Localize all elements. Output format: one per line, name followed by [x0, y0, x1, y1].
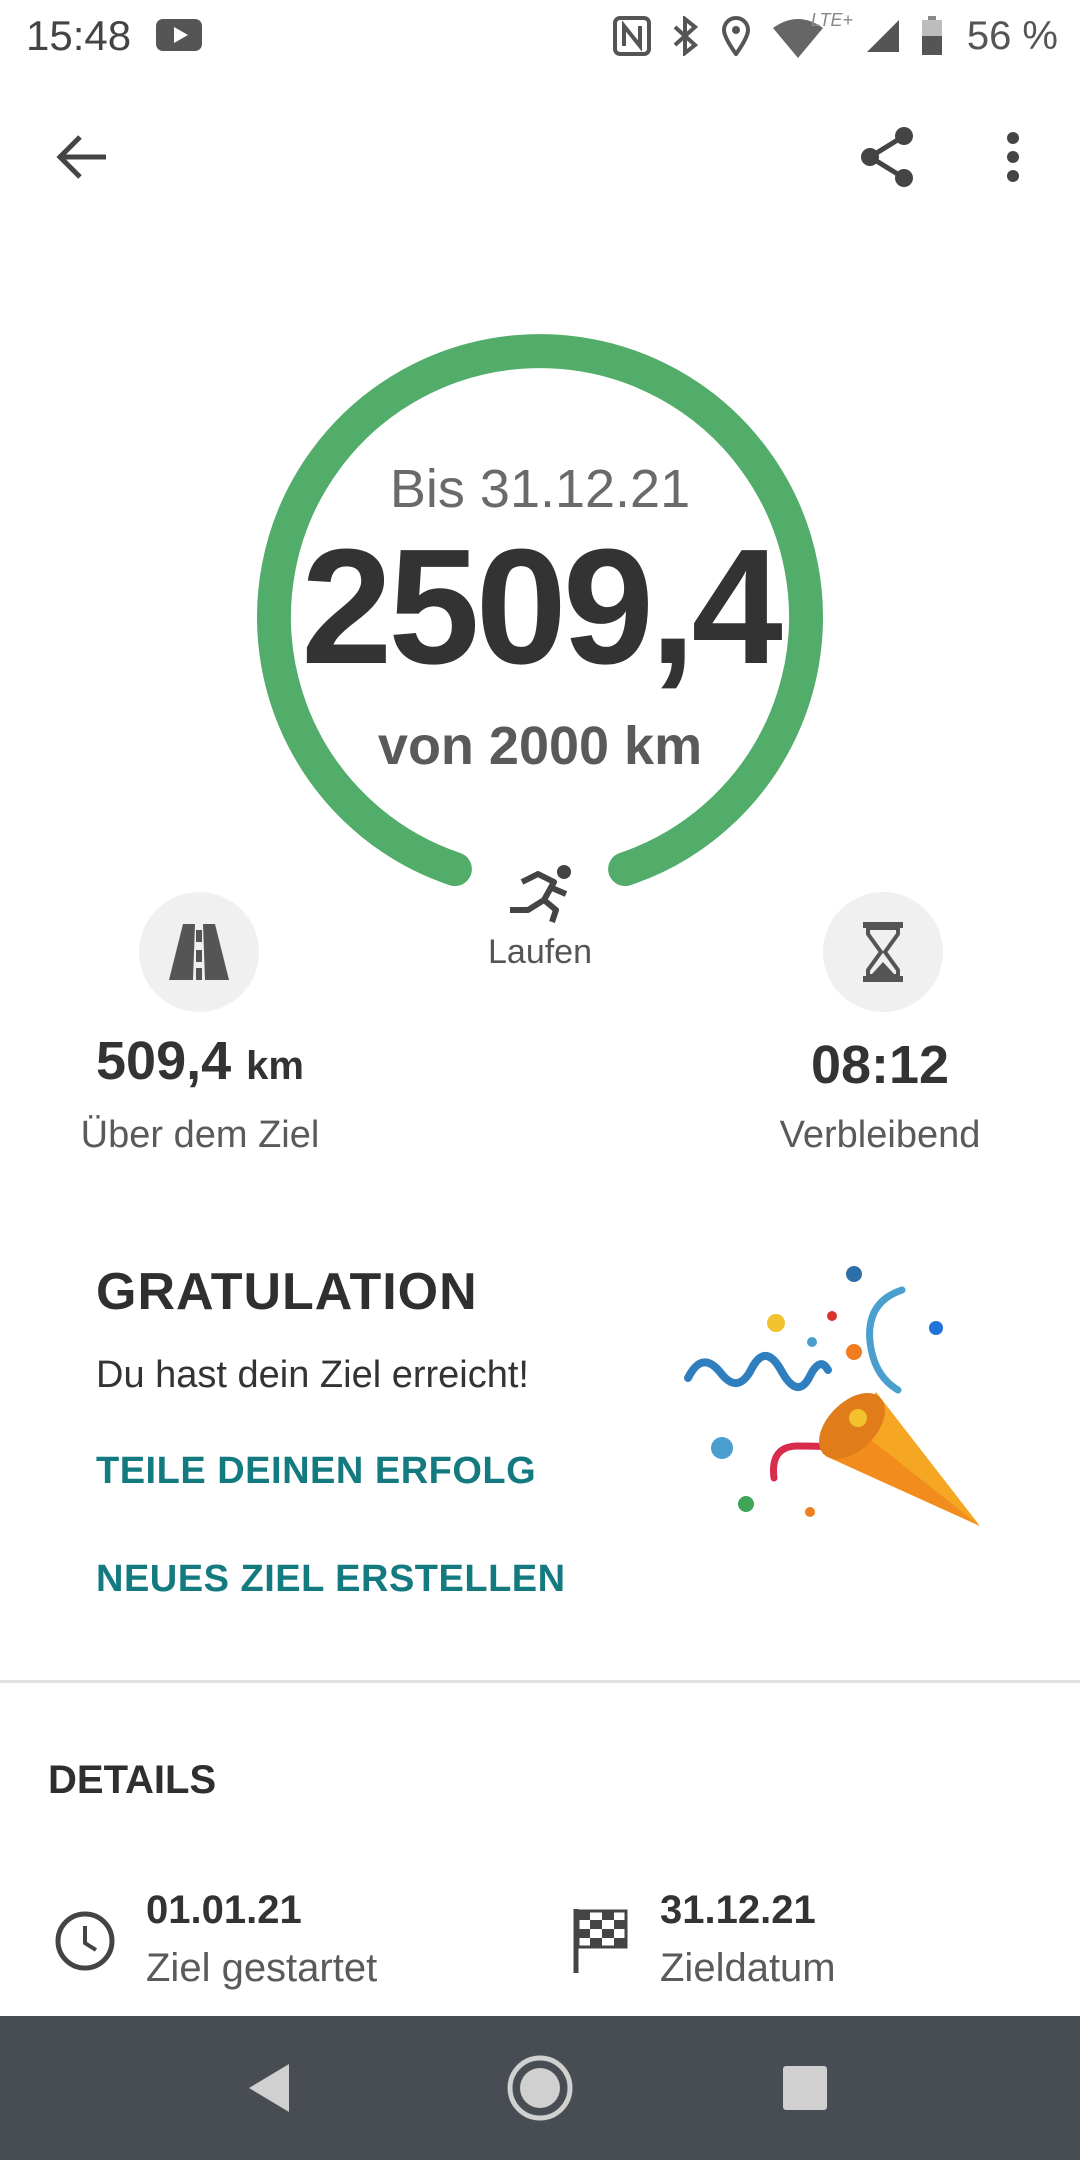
toolbar — [0, 100, 1080, 212]
system-nav-bar — [0, 2016, 1080, 2160]
congrats-title: GRATULATION — [96, 1263, 478, 1321]
youtube-icon — [156, 19, 202, 51]
goal-end-date: Bis 31.12.21 — [389, 459, 691, 519]
wifi-icon: LTE+ — [771, 10, 853, 58]
arrow-back-icon — [56, 135, 106, 179]
party-popper-icon — [684, 1266, 980, 1526]
nav-back-icon — [249, 2064, 289, 2112]
congrats-message: Du hast dein Ziel erreicht! — [96, 1354, 529, 1396]
over-goal-number: 509,4 — [96, 1031, 232, 1091]
share-success-link[interactable]: TEILE DEINEN ERFOLG — [96, 1450, 536, 1493]
section-divider — [0, 1680, 1080, 1683]
road-icon — [169, 924, 229, 980]
hourglass-icon-circle — [823, 892, 943, 1012]
bluetooth-icon — [673, 16, 698, 56]
create-new-goal-link[interactable]: NEUES ZIEL ERSTELLEN — [96, 1558, 566, 1601]
goal-target: von 2000 km — [377, 716, 703, 776]
signal-icon — [866, 20, 899, 52]
over-goal-label: Über dem Ziel — [80, 1114, 320, 1156]
road-icon-circle — [139, 892, 259, 1012]
goal-start-date: 01.01.21 — [146, 1888, 302, 1932]
battery-icon — [921, 16, 942, 55]
nfc-icon — [612, 16, 651, 56]
goal-progress-value: 2509,4 — [301, 515, 783, 698]
nav-home-button[interactable] — [505, 2053, 575, 2123]
share-icon — [861, 127, 913, 187]
back-button[interactable] — [48, 122, 118, 192]
network-type-label: LTE+ — [810, 10, 854, 30]
remaining-value: 08:12 — [810, 1035, 950, 1095]
nav-recents-icon — [783, 2066, 827, 2110]
activity-type: Laufen — [440, 862, 640, 972]
over-goal-value: 509,4 km — [40, 1030, 360, 1092]
checkered-flag-icon — [566, 1906, 636, 1976]
location-icon — [721, 16, 750, 56]
nav-home-icon — [507, 2055, 573, 2121]
hourglass-icon — [863, 922, 903, 982]
clock-icon — [50, 1906, 120, 1976]
goal-end-date-detail: 31.12.21 — [660, 1888, 816, 1932]
goal-end-label: Zieldatum — [660, 1946, 836, 1990]
activity-label: Laufen — [488, 933, 592, 971]
nav-back-button[interactable] — [234, 2053, 304, 2123]
goal-start-label: Ziel gestartet — [146, 1946, 378, 1990]
more-options-button[interactable] — [978, 122, 1048, 192]
remaining-label: Verbleibend — [779, 1114, 981, 1156]
share-button[interactable] — [852, 122, 922, 192]
status-bar: 15:48 LTE+ 56 % — [0, 0, 1080, 72]
goal-progress-ring: Bis 31.12.21 2509,4 von 2000 km — [257, 333, 823, 899]
nav-recents-button[interactable] — [770, 2053, 840, 2123]
status-time: 15:48 — [26, 12, 132, 59]
over-goal-unit: km — [246, 1044, 304, 1088]
battery-percent: 56 % — [966, 13, 1058, 58]
running-icon — [510, 865, 571, 923]
details-title: DETAILS — [48, 1758, 217, 1802]
more-vert-icon — [1007, 132, 1019, 182]
